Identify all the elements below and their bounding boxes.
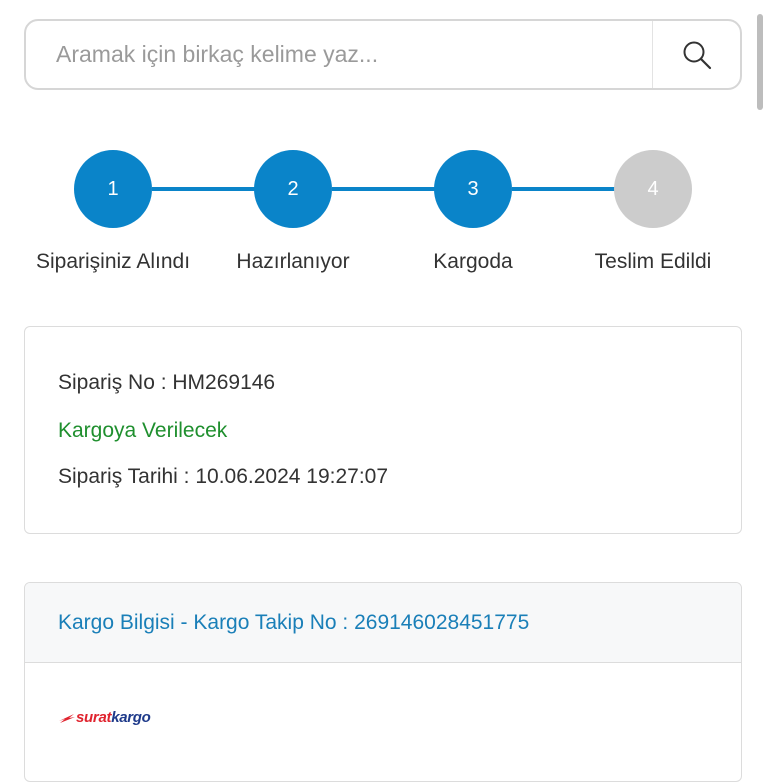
search-input[interactable] [26, 21, 652, 88]
order-date: Sipariş Tarihi : 10.06.2024 19:27:07 [58, 465, 389, 488]
search-bar [24, 19, 742, 90]
step-connector-1-2 [152, 187, 255, 191]
step-connector-3-4 [512, 187, 616, 191]
step-4-label: Teslim Edildi [594, 250, 712, 273]
order-info-card: Sipariş No : HM269146 Kargoya Verilecek … [24, 326, 742, 534]
step-4-number: 4 [647, 177, 659, 200]
step-4-circle: 4 [614, 150, 692, 228]
step-3-label: Kargoda [433, 250, 513, 273]
step-2-label: Hazırlanıyor [236, 250, 350, 273]
order-progress-stepper: 1 2 3 4 Siparişiniz Alındı Hazırlanıyor … [0, 150, 768, 290]
step-2-circle: 2 [254, 150, 332, 228]
step-1-label: Siparişiniz Alındı [35, 250, 191, 273]
cargo-info-header: Kargo Bilgisi - Kargo Takip No : 2691460… [25, 583, 741, 663]
step-2-number: 2 [287, 177, 299, 200]
swoosh-icon [59, 713, 75, 723]
order-status: Kargoya Verilecek [58, 419, 228, 442]
search-icon [683, 41, 711, 69]
search-button[interactable] [652, 21, 740, 88]
step-1-circle: 1 [74, 150, 152, 228]
logo-text-surat: surat [76, 709, 112, 726]
step-connector-2-3 [332, 187, 435, 191]
step-3-number: 3 [467, 177, 479, 200]
cargo-company-logo: surat kargo [58, 709, 151, 726]
cargo-info-card: Kargo Bilgisi - Kargo Takip No : 2691460… [24, 582, 742, 782]
step-1-number: 1 [107, 177, 119, 200]
scrollbar-thumb[interactable] [757, 14, 763, 110]
step-3-circle: 3 [434, 150, 512, 228]
logo-text-kargo: kargo [111, 709, 151, 726]
order-number: Sipariş No : HM269146 [58, 371, 276, 394]
